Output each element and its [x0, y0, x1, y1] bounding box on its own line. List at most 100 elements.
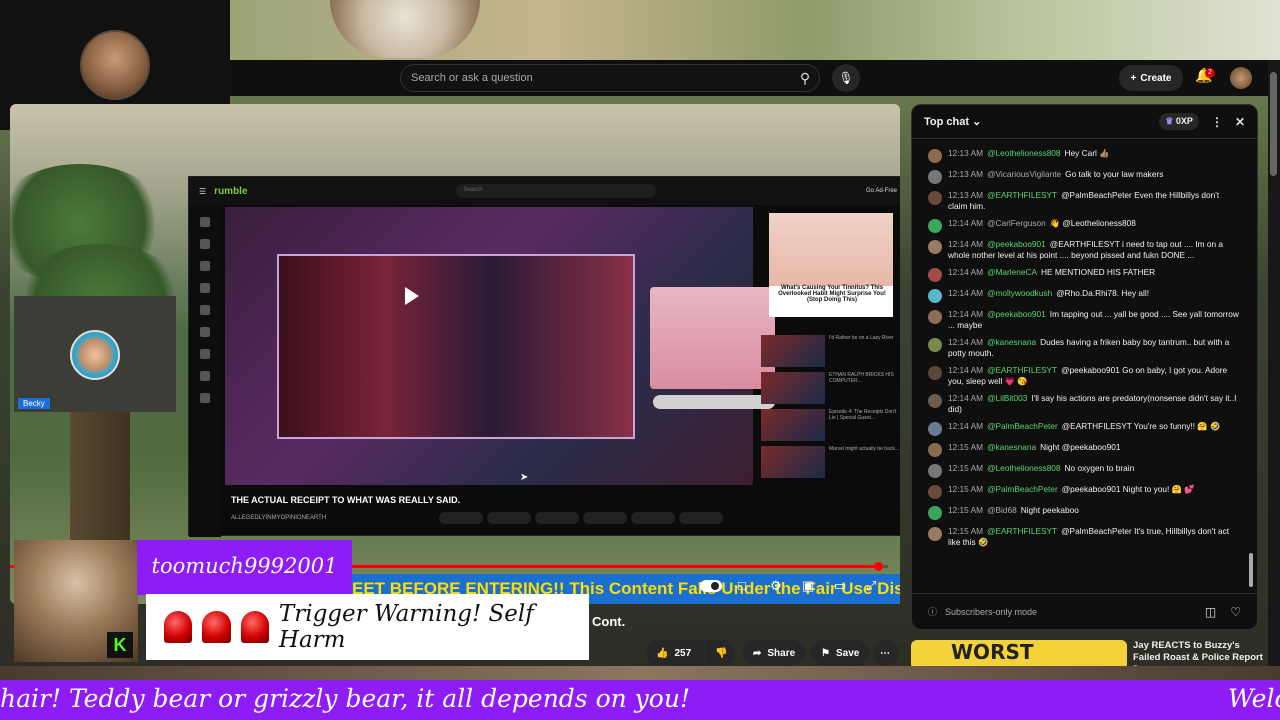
save-button[interactable]: ⚑ Save — [811, 640, 869, 666]
chat-author-name[interactable]: @EARTHFILESYT — [987, 526, 1057, 536]
chat-author-name[interactable]: @CarlFerguson — [987, 218, 1046, 228]
close-icon[interactable]: ✕ — [1235, 115, 1245, 129]
rumble-screen-share: ☰ rumble Search Go Ad-Free ✕ What's Caus… — [188, 176, 900, 537]
chat-timestamp: 12:15 AM — [948, 505, 984, 515]
microphone-icon[interactable]: 🎙 — [832, 64, 860, 92]
chat-author-name[interactable]: @mollywoodkush — [987, 288, 1052, 298]
chat-timestamp: 12:14 AM — [948, 239, 984, 249]
share-button[interactable]: ➦ Share — [743, 640, 805, 666]
chat-message-text: @EARTHFILESYT You're so funny!! 🤗 🤣 — [1061, 421, 1221, 431]
chat-author-avatar[interactable] — [928, 170, 942, 184]
chat-author-name[interactable]: @EARTHFILESYT — [987, 365, 1057, 375]
list-item: Episode 4: The Receipts Don't Lie | Spec… — [761, 409, 900, 441]
thumbs-down-icon: 👎 — [715, 647, 728, 659]
chat-message-text: Hey Carl 👍🏽 — [1064, 148, 1110, 158]
top-chat-dropdown[interactable]: Top chat ⌄ — [924, 115, 981, 128]
more-vert-icon[interactable]: ⋮ — [1211, 115, 1223, 129]
super-chat-icon[interactable]: ◫ — [1205, 605, 1216, 619]
rumble-related-list: I'd Rather be on a Lazy River ETHAN RALP… — [761, 335, 900, 483]
chat-footer: ⓘ Subscribers-only mode ◫ ♡ — [912, 593, 1257, 629]
chat-author-avatar[interactable] — [928, 527, 942, 541]
chat-header: Top chat ⌄ ♛ 0XP ⋮ ✕ — [912, 105, 1257, 139]
miniplayer-icon[interactable]: ▣ — [802, 578, 814, 594]
cast-icon[interactable]: ▭ — [834, 578, 846, 594]
search-icon[interactable]: ⚲ — [793, 66, 817, 90]
chat-author-name[interactable]: @kanesnana — [987, 337, 1036, 347]
chat-message-text: Go talk to your law makers — [1065, 169, 1164, 179]
chat-timestamp: 12:14 AM — [948, 337, 984, 347]
heart-icon[interactable]: ♡ — [1230, 605, 1241, 619]
subscribers-only-mode: Subscribers-only mode — [945, 606, 1038, 617]
chat-author-avatar[interactable] — [928, 219, 942, 233]
chat-author-avatar[interactable] — [928, 394, 942, 408]
chat-author-avatar[interactable] — [928, 191, 942, 205]
account-avatar[interactable] — [1230, 67, 1252, 89]
chat-author-avatar[interactable] — [928, 149, 942, 163]
info-icon[interactable]: ⓘ — [928, 605, 937, 618]
page-scrollbar-thumb[interactable] — [1270, 72, 1277, 176]
create-button[interactable]: + Create — [1119, 65, 1183, 91]
chat-scrollbar[interactable] — [1249, 553, 1253, 587]
chat-author-avatar[interactable] — [928, 506, 942, 520]
chat-message: 12:13 AM @EARTHFILESYT @PalmBeachPeter Eve… — [912, 187, 1250, 215]
trigger-warning-text: Trigger Warning! Self Harm — [278, 601, 534, 653]
xp-label: 0XP — [1175, 116, 1193, 126]
chat-message-text: @Rho.Da.Rhi78. Hey all! — [1056, 288, 1150, 298]
chat-author-name[interactable]: @peekaboo901 — [987, 239, 1046, 249]
chat-author-name[interactable]: @EARTHFILESYT — [987, 190, 1057, 200]
chevron-down-icon: ⌄ — [972, 116, 982, 128]
chat-author-name[interactable]: @MarleneCA — [987, 267, 1037, 277]
chat-message-body: 12:14 AM @PalmBeachPeter @EARTHFILESYT You… — [948, 421, 1220, 436]
chat-author-avatar[interactable] — [928, 485, 942, 499]
chat-author-avatar[interactable] — [928, 240, 942, 254]
trigger-warning-banner: Trigger Warning! Self Harm — [146, 594, 589, 660]
chat-timestamp: 12:14 AM — [948, 288, 984, 298]
stream-screen: Search or ask a question ⚲ 🎙 + Create 🔔 2… — [0, 0, 1280, 720]
siren-icon — [240, 611, 269, 643]
chat-author-avatar[interactable] — [928, 338, 942, 352]
fullscreen-icon[interactable]: ⤢ — [866, 578, 876, 594]
siren-icon — [202, 611, 231, 643]
chat-author-name[interactable]: @LilBit003 — [987, 393, 1027, 403]
xp-badge[interactable]: ♛ 0XP — [1159, 113, 1199, 130]
like-button[interactable]: 👍 257 — [646, 640, 704, 666]
chat-timestamp: 12:14 AM — [948, 267, 984, 277]
chat-message: 12:14 AM @CarlFerguson 👋 @Leothelioness808 — [912, 215, 1250, 236]
autoplay-toggle[interactable] — [700, 580, 722, 592]
chat-author-avatar[interactable] — [928, 443, 942, 457]
like-count: 257 — [674, 647, 692, 659]
play-icon — [405, 287, 419, 305]
chat-author-avatar[interactable] — [928, 310, 942, 324]
chat-author-name[interactable]: @kanesnana — [987, 442, 1036, 452]
chat-author-avatar[interactable] — [928, 422, 942, 436]
chat-author-avatar[interactable] — [928, 366, 942, 380]
chat-author-name[interactable]: @peekaboo901 — [987, 309, 1046, 319]
list-item: Marvel might actually be back... — [761, 446, 900, 478]
search-input[interactable]: Search or ask a question — [400, 64, 820, 92]
banner-text: hair! Teddy bear or grizzly bear, it all… — [0, 684, 690, 713]
chat-message-body: 12:15 AM @Bid68 Night peekaboo — [948, 505, 1079, 520]
chat-message-body: 12:13 AM @VicariousVigilante Go talk to yo… — [948, 169, 1163, 184]
chat-author-name[interactable]: @Bid68 — [987, 505, 1017, 515]
chat-message-body: 12:15 AM @PalmBeachPeter @peekaboo901 Nigh… — [948, 484, 1195, 499]
chat-timestamp: 12:15 AM — [948, 442, 984, 452]
chat-author-avatar[interactable] — [928, 464, 942, 478]
list-item: ETHAN RALPH BRICKS HIS COMPUTER... — [761, 372, 900, 404]
settings-gear-icon[interactable]: ⚙ — [770, 578, 782, 594]
chat-author-name[interactable]: @PalmBeachPeter — [987, 484, 1058, 494]
chat-author-name[interactable]: @VicariousVigilante — [987, 169, 1061, 179]
chat-message-text: No oxygen to brain — [1064, 463, 1135, 473]
dislike-button[interactable]: 👎 — [705, 640, 735, 666]
subtitles-icon[interactable]: □ — [738, 578, 746, 593]
chat-author-avatar[interactable] — [928, 268, 942, 282]
chat-author-avatar[interactable] — [928, 289, 942, 303]
chat-timestamp: 12:15 AM — [948, 463, 984, 473]
list-item: I'd Rather be on a Lazy River — [761, 335, 900, 367]
chat-author-name[interactable]: @PalmBeachPeter — [987, 421, 1058, 431]
rumble-go-ad-free: Go Ad-Free — [865, 188, 897, 194]
chat-message-body: 12:14 AM @CarlFerguson 👋 @Leothelioness808 — [948, 218, 1136, 233]
chat-author-name[interactable]: @Leothelioness808 — [987, 148, 1060, 158]
more-actions-button[interactable]: ⋯ — [873, 640, 899, 666]
banner-text-tail: Welc — [1228, 684, 1280, 713]
chat-author-name[interactable]: @Leothelioness808 — [987, 463, 1060, 473]
